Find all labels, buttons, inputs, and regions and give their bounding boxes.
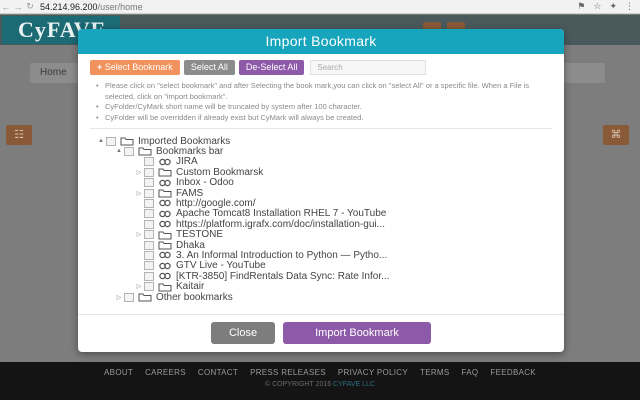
footer-link: PRIVACY POLICY xyxy=(337,368,409,377)
import-bookmark-modal: Import Bookmark + Select Bookmark Select… xyxy=(78,29,564,352)
instruction-note: Please click on "select bookmark" and af… xyxy=(96,81,556,102)
tree-item-checkbox[interactable] xyxy=(144,178,154,188)
tree-item-checkbox[interactable] xyxy=(144,240,154,250)
reload-icon[interactable]: ↻ xyxy=(24,1,36,12)
tree-item-checkbox[interactable] xyxy=(144,188,154,198)
address-bar[interactable]: 54.214.96.200/user/home xyxy=(40,2,143,12)
translate-icon[interactable]: ⚑ xyxy=(577,1,585,12)
select-bookmark-label: Select Bookmark xyxy=(104,62,173,72)
tree-item-checkbox[interactable] xyxy=(144,230,154,240)
expand-toggle-icon[interactable]: ▲ xyxy=(96,138,106,144)
footer-link: FEEDBACK xyxy=(490,368,536,377)
breadcrumb-home: Home xyxy=(40,67,67,78)
footer-link: CAREERS xyxy=(145,368,186,377)
divider xyxy=(78,314,564,315)
tree-item-checkbox[interactable] xyxy=(144,209,154,219)
tree-item-checkbox[interactable] xyxy=(144,282,154,292)
tree-item-checkbox[interactable] xyxy=(106,136,116,146)
expand-toggle-icon[interactable]: ▲ xyxy=(114,148,124,154)
divider xyxy=(90,128,552,129)
menu-icon[interactable]: ⋮ xyxy=(625,1,634,12)
tree-item-checkbox[interactable] xyxy=(144,219,154,229)
search-input[interactable]: Search xyxy=(310,60,427,75)
tree-item[interactable]: ▷ Other bookmarks xyxy=(114,291,233,303)
folder-icon xyxy=(138,292,152,302)
footer-link: CONTACT xyxy=(197,368,239,377)
select-all-button[interactable]: Select All xyxy=(183,60,235,75)
tree-item-checkbox[interactable] xyxy=(144,250,154,260)
plus-icon: + xyxy=(97,62,103,72)
expand-toggle-icon[interactable]: ▷ xyxy=(134,190,144,197)
extension-icon[interactable]: ✦ xyxy=(609,1,617,12)
footer-link: ABOUT xyxy=(104,368,134,377)
footer-link: FAQ xyxy=(461,368,479,377)
footer-links: ABOUT CAREERS CONTACT PRESS RELEASES PRIVACY… xyxy=(0,368,640,377)
tree-item-checkbox[interactable] xyxy=(124,292,134,302)
tree-item-checkbox[interactable] xyxy=(144,271,154,281)
modal-toolbar: + Select Bookmark Select All De-Select A… xyxy=(90,60,427,75)
browser-toolbar: ← → ↻ 54.214.96.200/user/home ⚑ ☆ ✦ ⋮ xyxy=(0,0,640,14)
deselect-all-button[interactable]: De-Select All xyxy=(238,60,305,75)
expand-toggle-icon[interactable]: ▷ xyxy=(134,283,144,290)
modal-title: Import Bookmark xyxy=(78,29,564,54)
import-bookmark-button[interactable]: Import Bookmark xyxy=(283,322,431,344)
copyright-prefix: © COPYRIGHT 2016 xyxy=(265,381,332,388)
footer-link: TERMS xyxy=(420,368,450,377)
instruction-note: CyFolder will be overridden if already e… xyxy=(96,113,556,124)
tree-item-label: [KTR-3850] FindRentals Data Sync: Rate I… xyxy=(176,270,390,282)
url-path: /user/home xyxy=(97,1,143,12)
instruction-note: CyFolder/CyMark short name will be trunc… xyxy=(96,102,556,113)
expand-toggle-icon[interactable]: ▷ xyxy=(114,294,124,301)
trash-icon: ☷ xyxy=(6,125,32,145)
footer-link: PRESS RELEASES xyxy=(250,368,326,377)
tree-item-checkbox[interactable] xyxy=(144,167,154,177)
select-bookmark-button[interactable]: + Select Bookmark xyxy=(90,60,180,75)
tree-item-checkbox[interactable] xyxy=(124,146,134,156)
footer-copyright: © COPYRIGHT 2016 CYFAVE LLC xyxy=(0,381,640,388)
back-icon[interactable]: ← xyxy=(0,2,12,12)
expand-toggle-icon[interactable]: ▷ xyxy=(134,231,144,238)
tree-item-label: Other bookmarks xyxy=(156,291,233,303)
site-footer: ABOUT CAREERS CONTACT PRESS RELEASES PRIVACY… xyxy=(0,362,640,400)
tree-item-checkbox[interactable] xyxy=(144,198,154,208)
tree-item-checkbox[interactable] xyxy=(144,157,154,167)
copyright-brand: CYFAVE LLC xyxy=(333,381,375,388)
url-host: 54.214.96.200 xyxy=(40,1,98,12)
bookmark-star-icon[interactable]: ☆ xyxy=(593,1,601,12)
share-icon: ⌘ xyxy=(603,125,629,145)
close-button[interactable]: Close xyxy=(211,322,275,344)
forward-icon[interactable]: → xyxy=(12,2,24,12)
expand-toggle-icon[interactable]: ▷ xyxy=(134,169,144,176)
instructions-list: Please click on "select bookmark" and af… xyxy=(96,81,556,123)
tree-item-checkbox[interactable] xyxy=(144,261,154,271)
